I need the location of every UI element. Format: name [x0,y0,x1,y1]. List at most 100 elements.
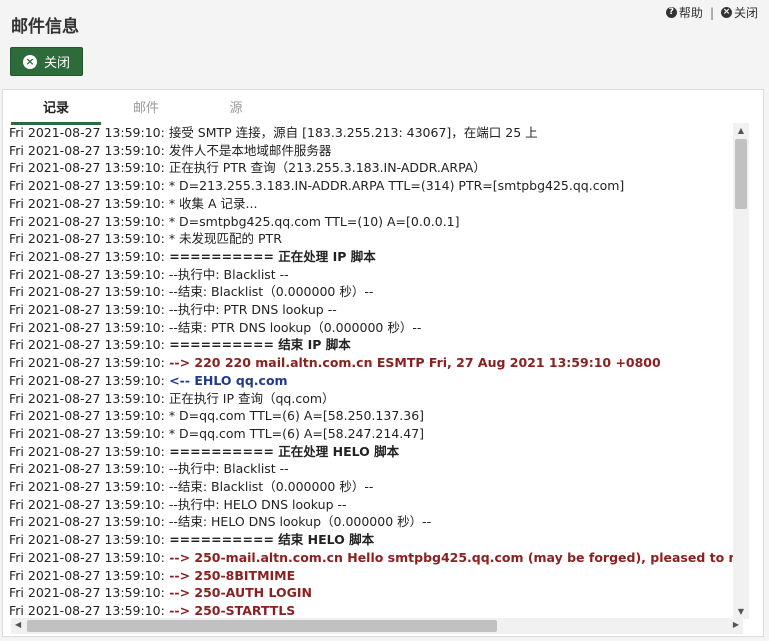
log-line: Fri 2021-08-27 13:59:10: * D=qq.com TTL=… [9,407,736,425]
log-timestamp: Fri 2021-08-27 13:59:10: [9,160,165,176]
log-text: 正在执行 IP 查询（qq.com） [164,390,335,406]
scroll-right-icon[interactable]: ▶ [733,620,739,629]
log-line: Fri 2021-08-27 13:59:10: --> 250-STARTTL… [9,602,736,618]
log-line: Fri 2021-08-27 13:59:10: <-- EHLO qq.com [9,372,736,390]
message-panel: 记录 邮件 源 Fri 2021-08-27 13:59:10: 接受 SMTP… [2,89,764,637]
log-text: --执行中: Blacklist -- [164,266,289,282]
log-timestamp: Fri 2021-08-27 13:59:10: [9,372,165,388]
log-text: --结束: Blacklist（0.000000 秒）-- [164,479,374,495]
log-timestamp: Fri 2021-08-27 13:59:10: [9,195,165,211]
log-text: --结束: HELO DNS lookup（0.000000 秒）-- [164,514,432,530]
log-line: Fri 2021-08-27 13:59:10: 正在执行 PTR 查询（213… [9,159,736,177]
tab-log[interactable]: 记录 [11,100,101,125]
log-timestamp: Fri 2021-08-27 13:59:10: [9,248,165,264]
log-line: Fri 2021-08-27 13:59:10: --结束: PTR DNS l… [9,319,736,337]
log-timestamp: Fri 2021-08-27 13:59:10: [9,142,165,158]
tab-source[interactable]: 源 [191,100,281,122]
log-text: --执行中: HELO DNS lookup -- [164,496,347,512]
help-link-label: 帮助 [678,6,703,20]
log-line: Fri 2021-08-27 13:59:10: ========== 结束 I… [9,336,736,354]
log-line: Fri 2021-08-27 13:59:10: --结束: HELO DNS … [9,513,736,531]
tab-bar: 记录 邮件 源 [11,100,281,125]
close-link[interactable]: × 关闭 [720,4,758,21]
log-line: Fri 2021-08-27 13:59:10: ========== 正在处理… [9,443,736,461]
log-line: Fri 2021-08-27 13:59:10: * D=smtpbg425.q… [9,213,736,231]
close-link-label: 关闭 [733,6,758,20]
log-timestamp: Fri 2021-08-27 13:59:10: [9,337,165,353]
log-text: ========== 结束 HELO 脚本 [164,532,375,548]
log-text: 发件人不是本地域邮件服务器 [164,142,332,158]
log-timestamp: Fri 2021-08-27 13:59:10: [9,461,165,477]
log-timestamp: Fri 2021-08-27 13:59:10: [9,549,165,565]
log-line: Fri 2021-08-27 13:59:10: --执行中: Blacklis… [9,266,736,284]
log-line: Fri 2021-08-27 13:59:10: * 收集 A 记录... [9,195,736,213]
log-line: Fri 2021-08-27 13:59:10: 接受 SMTP 连接，源自 [… [9,124,736,142]
log-text: ========== 正在处理 IP 脚本 [164,248,376,264]
log-text: ========== 结束 IP 脚本 [164,337,351,353]
top-links: ? 帮助 | × 关闭 [665,4,758,21]
scroll-up-icon[interactable]: ▲ [733,126,749,135]
log-timestamp: Fri 2021-08-27 13:59:10: [9,479,165,495]
scroll-left-icon[interactable]: ◀ [15,620,21,629]
log-line: Fri 2021-08-27 13:59:10: --> 220 220 mai… [9,354,736,372]
log-text: --执行中: Blacklist -- [164,461,289,477]
vertical-scroll-thumb[interactable] [735,139,747,209]
session-log: Fri 2021-08-27 13:59:10: 接受 SMTP 连接，源自 [… [9,124,736,618]
log-timestamp: Fri 2021-08-27 13:59:10: [9,178,165,194]
log-text: * D=qq.com TTL=(6) A=[58.247.214.47] [164,425,425,441]
log-text: * 未发现匹配的 PTR [164,231,282,247]
log-line: Fri 2021-08-27 13:59:10: --结束: Blacklist… [9,283,736,301]
log-timestamp: Fri 2021-08-27 13:59:10: [9,213,165,229]
log-text: --> 250-STARTTLS [164,602,296,618]
help-link[interactable]: ? 帮助 [665,4,703,21]
log-text: * 收集 A 记录... [164,195,258,211]
horizontal-scroll-thumb[interactable] [27,620,497,632]
log-line: Fri 2021-08-27 13:59:10: --执行中: HELO DNS… [9,496,736,514]
log-timestamp: Fri 2021-08-27 13:59:10: [9,425,165,441]
divider: | [709,5,714,20]
close-button[interactable]: × 关闭 [10,47,83,76]
log-text: --> 250-mail.altn.com.cn Hello smtpbg425… [164,549,736,565]
log-line: Fri 2021-08-27 13:59:10: --> 250-mail.al… [9,549,736,567]
log-text: * D=smtpbg425.qq.com TTL=(10) A=[0.0.0.1… [164,213,460,229]
help-icon: ? [665,7,677,18]
log-line: Fri 2021-08-27 13:59:10: --结束: Blacklist… [9,478,736,496]
vertical-scrollbar[interactable]: ▲ ▼ [733,123,749,619]
log-text: --结束: Blacklist（0.000000 秒）-- [164,284,374,300]
log-text: 接受 SMTP 连接，源自 [183.3.255.213: 43067]，在端口… [164,125,538,140]
log-text: --> 250-AUTH LOGIN [164,585,312,601]
log-text: --> 220 220 mail.altn.com.cn ESMTP Fri, … [164,355,661,371]
log-line: Fri 2021-08-27 13:59:10: * D=213.255.3.1… [9,177,736,195]
log-text: --> 250-8BITMIME [164,567,296,583]
log-timestamp: Fri 2021-08-27 13:59:10: [9,302,165,318]
log-text: * D=213.255.3.183.IN-ADDR.ARPA TTL=(314)… [164,178,625,194]
scroll-down-icon[interactable]: ▼ [733,607,749,616]
log-timestamp: Fri 2021-08-27 13:59:10: [9,319,165,335]
log-timestamp: Fri 2021-08-27 13:59:10: [9,532,165,548]
tab-message[interactable]: 邮件 [101,100,191,122]
log-timestamp: Fri 2021-08-27 13:59:10: [9,266,165,282]
log-timestamp: Fri 2021-08-27 13:59:10: [9,408,165,424]
log-text: --结束: PTR DNS lookup（0.000000 秒）-- [164,319,422,335]
horizontal-scrollbar[interactable]: ◀ ▶ [11,618,743,634]
log-line: Fri 2021-08-27 13:59:10: --> 250-8BITMIM… [9,567,736,585]
log-timestamp: Fri 2021-08-27 13:59:10: [9,585,165,601]
log-timestamp: Fri 2021-08-27 13:59:10: [9,567,165,583]
log-timestamp: Fri 2021-08-27 13:59:10: [9,390,165,406]
page-title: 邮件信息 [11,17,79,37]
log-timestamp: Fri 2021-08-27 13:59:10: [9,355,165,371]
log-line: Fri 2021-08-27 13:59:10: * D=qq.com TTL=… [9,425,736,443]
log-timestamp: Fri 2021-08-27 13:59:10: [9,443,165,459]
close-icon: × [720,7,732,18]
log-timestamp: Fri 2021-08-27 13:59:10: [9,125,165,140]
log-line: Fri 2021-08-27 13:59:10: --> 250-AUTH LO… [9,584,736,602]
log-text: --执行中: PTR DNS lookup -- [164,302,337,318]
log-timestamp: Fri 2021-08-27 13:59:10: [9,496,165,512]
log-text: 正在执行 PTR 查询（213.255.3.183.IN-ADDR.ARPA） [164,160,486,176]
log-line: Fri 2021-08-27 13:59:10: --执行中: PTR DNS … [9,301,736,319]
close-circle-icon: × [22,54,37,69]
log-timestamp: Fri 2021-08-27 13:59:10: [9,602,165,618]
log-timestamp: Fri 2021-08-27 13:59:10: [9,231,165,247]
log-text: <-- EHLO qq.com [164,372,288,388]
log-line: Fri 2021-08-27 13:59:10: * 未发现匹配的 PTR [9,230,736,248]
